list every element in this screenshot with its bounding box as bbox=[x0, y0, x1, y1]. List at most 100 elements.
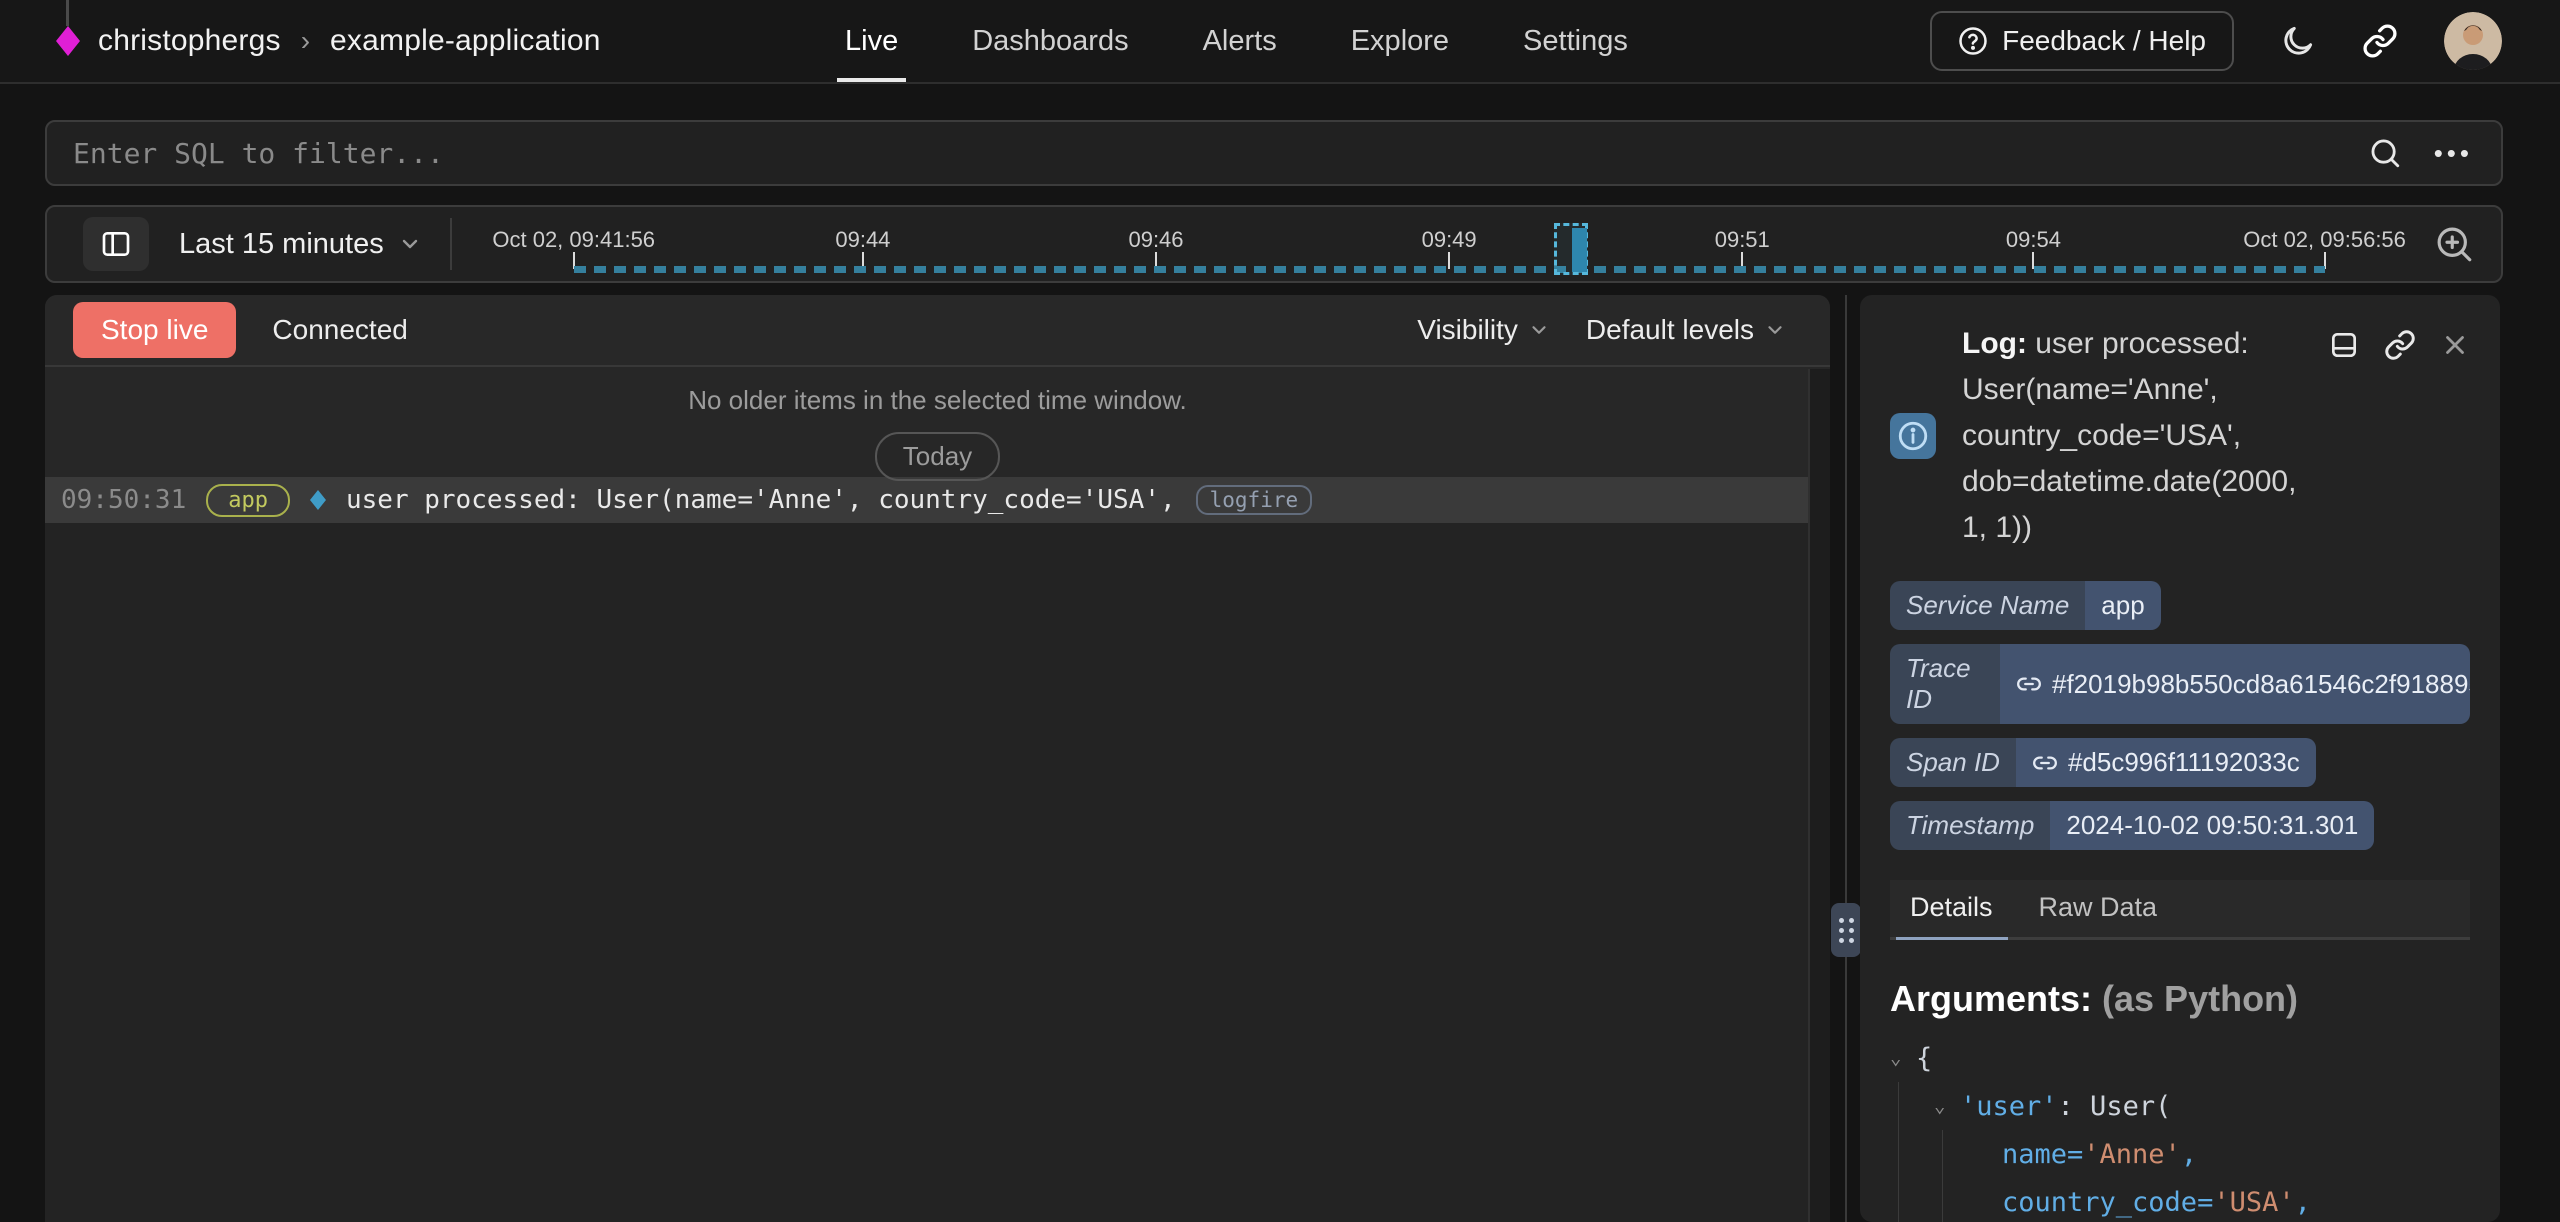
field-value: 2024-10-02 09:50:31.301 bbox=[2050, 801, 2374, 850]
detail-header-icons bbox=[2328, 321, 2470, 551]
timeline-tick-label: 09:44 bbox=[835, 227, 890, 253]
code-line: ⌄'user': User( bbox=[1890, 1082, 2470, 1130]
field-label: Service Name bbox=[1890, 581, 2085, 630]
arguments-code-block: ⌄{⌄'user': User(name='Anne',country_code… bbox=[1890, 1034, 2470, 1222]
code-line: name='Anne', bbox=[1890, 1130, 2470, 1178]
nav-tab-settings[interactable]: Settings bbox=[1523, 0, 1628, 82]
code-line: ⌄{ bbox=[1890, 1034, 2470, 1082]
detail-tabs: Details Raw Data bbox=[1890, 880, 2470, 940]
timeline-tick-label: Oct 02, 09:41:56 bbox=[492, 227, 655, 253]
breadcrumb-separator: › bbox=[301, 25, 310, 57]
help-circle-icon bbox=[1958, 26, 1988, 56]
live-header: Stop live Connected Visibility Default l… bbox=[45, 295, 1830, 367]
time-range-label: Last 15 minutes bbox=[179, 228, 384, 261]
feedback-help-label: Feedback / Help bbox=[2002, 25, 2206, 57]
detail-title: Log: user processed: User(name='Anne', c… bbox=[1962, 321, 2328, 551]
panel-resize-handle[interactable] bbox=[1831, 903, 1861, 957]
breadcrumb: christophergs › example-application bbox=[56, 24, 601, 58]
sql-filter-input[interactable] bbox=[47, 137, 2368, 170]
field-badge-timestamp: Timestamp2024-10-02 09:50:31.301 bbox=[1890, 801, 2374, 850]
scope-badge: logfire bbox=[1196, 485, 1313, 515]
scrollbar-gutter[interactable] bbox=[1808, 369, 1830, 1222]
top-navbar: christophergs › example-application Live… bbox=[0, 0, 2560, 84]
live-view-panel: Stop live Connected Visibility Default l… bbox=[45, 295, 1830, 1222]
user-avatar[interactable] bbox=[2444, 12, 2502, 70]
active-tab-underline bbox=[1896, 937, 2008, 940]
detail-title-prefix: Log: bbox=[1962, 327, 2027, 360]
empty-window-message: No older items in the selected time wind… bbox=[688, 385, 1187, 416]
navbar-right: Feedback / Help bbox=[1930, 11, 2502, 71]
field-label: Trace ID bbox=[1890, 644, 2000, 724]
visibility-dropdown[interactable]: Visibility bbox=[1417, 314, 1550, 346]
more-options-icon[interactable]: ••• bbox=[2434, 140, 2473, 166]
detail-fields: Service Nameapp Trace ID#f2019b98b550cd8a… bbox=[1890, 581, 2470, 850]
breadcrumb-org[interactable]: christophergs bbox=[98, 24, 281, 58]
time-range-select[interactable]: Last 15 minutes bbox=[179, 228, 422, 261]
log-message: user processed: User(name='Anne', countr… bbox=[346, 485, 1176, 515]
link-icon bbox=[2016, 671, 2042, 697]
copy-link-icon[interactable] bbox=[2384, 329, 2416, 361]
chevron-down-icon bbox=[1764, 319, 1786, 341]
collapse-chevron-icon[interactable]: ⌄ bbox=[1934, 1095, 1945, 1117]
detail-header: Log: user processed: User(name='Anne', c… bbox=[1890, 321, 2470, 551]
default-levels-label: Default levels bbox=[1586, 314, 1754, 346]
nav-tab-alerts[interactable]: Alerts bbox=[1203, 0, 1277, 82]
arguments-format-note: (as Python) bbox=[2092, 978, 2298, 1019]
today-button[interactable]: Today bbox=[875, 432, 1000, 481]
field-label: Span ID bbox=[1890, 738, 2016, 787]
nav-tab-explore[interactable]: Explore bbox=[1351, 0, 1449, 82]
search-icon[interactable] bbox=[2368, 136, 2402, 170]
close-icon[interactable] bbox=[2440, 329, 2470, 361]
filter-icons: ••• bbox=[2368, 136, 2501, 170]
service-badge: app bbox=[206, 484, 290, 517]
tab-details[interactable]: Details bbox=[1910, 892, 1993, 923]
timeline-tick-label: 09:46 bbox=[1128, 227, 1183, 253]
timeline-tick-label: 09:54 bbox=[2006, 227, 2061, 253]
log-level-diamond-icon bbox=[310, 490, 326, 510]
logo-pointer-line bbox=[66, 0, 69, 26]
field-badge-span-id: Span ID#d5c996f11192033c bbox=[1890, 738, 2316, 787]
field-badge-service-name: Service Nameapp bbox=[1890, 581, 2161, 630]
log-timestamp: 09:50:31 bbox=[61, 485, 186, 515]
dark-mode-moon-icon[interactable] bbox=[2280, 23, 2316, 59]
timeline-tick-label: 09:51 bbox=[1715, 227, 1770, 253]
dock-panel-icon[interactable] bbox=[2328, 329, 2360, 361]
visibility-label: Visibility bbox=[1417, 314, 1518, 346]
default-levels-dropdown[interactable]: Default levels bbox=[1586, 314, 1786, 346]
timeline-tick-label: 09:49 bbox=[1422, 227, 1477, 253]
logfire-logo-icon[interactable] bbox=[56, 26, 80, 56]
field-value[interactable]: #d5c996f11192033c bbox=[2016, 738, 2316, 787]
feedback-help-button[interactable]: Feedback / Help bbox=[1930, 11, 2234, 71]
field-badge-trace-id: Trace ID#f2019b98b550cd8a61546c2f9188959… bbox=[1890, 644, 2470, 724]
timeline-tick-label: Oct 02, 09:56:56 bbox=[2243, 227, 2406, 253]
logfire-app: christophergs › example-application Live… bbox=[0, 0, 2560, 1222]
nav-tab-live[interactable]: Live bbox=[845, 0, 898, 82]
breadcrumb-project[interactable]: example-application bbox=[330, 24, 601, 58]
log-row[interactable]: 09:50:31 app user processed: User(name='… bbox=[45, 477, 1830, 523]
nav-tabs: Live Dashboards Alerts Explore Settings bbox=[845, 0, 1628, 82]
timeline-graph[interactable]: Oct 02, 09:41:56 09:44 09:46 09:49 09:51 09:5… bbox=[452, 207, 2419, 281]
field-label: Timestamp bbox=[1890, 801, 2050, 850]
field-value[interactable]: #f2019b98b550cd8a61546c2f9188959f bbox=[2000, 644, 2470, 724]
panel-divider bbox=[1845, 295, 1847, 1222]
arguments-heading: Arguments: (as Python) bbox=[1890, 978, 2470, 1020]
list-messages-area: No older items in the selected time wind… bbox=[45, 367, 1830, 477]
tab-raw-data[interactable]: Raw Data bbox=[2039, 892, 2158, 923]
zoom-in-icon[interactable] bbox=[2433, 223, 2475, 265]
collapse-chevron-icon[interactable]: ⌄ bbox=[1890, 1047, 1901, 1069]
code-line: country_code='USA', bbox=[1890, 1178, 2470, 1222]
chevron-down-icon bbox=[1528, 319, 1550, 341]
time-range-bar: Last 15 minutes Oct 02, 09:41:56 09:44 09:… bbox=[45, 205, 2503, 283]
chevron-down-icon bbox=[398, 232, 422, 256]
connection-status: Connected bbox=[272, 314, 407, 346]
field-value: app bbox=[2085, 581, 2160, 630]
stop-live-button[interactable]: Stop live bbox=[73, 302, 236, 358]
timeline-spike-bar bbox=[1572, 228, 1587, 272]
info-level-icon bbox=[1890, 413, 1936, 459]
sql-filter-bar: ••• bbox=[45, 120, 2503, 186]
nav-tab-dashboards[interactable]: Dashboards bbox=[972, 0, 1128, 82]
log-details-panel: Log: user processed: User(name='Anne', c… bbox=[1860, 295, 2500, 1222]
share-link-icon[interactable] bbox=[2362, 23, 2398, 59]
toggle-sidebar-button[interactable] bbox=[83, 217, 149, 271]
timeline-activity-dashes bbox=[574, 266, 2325, 273]
